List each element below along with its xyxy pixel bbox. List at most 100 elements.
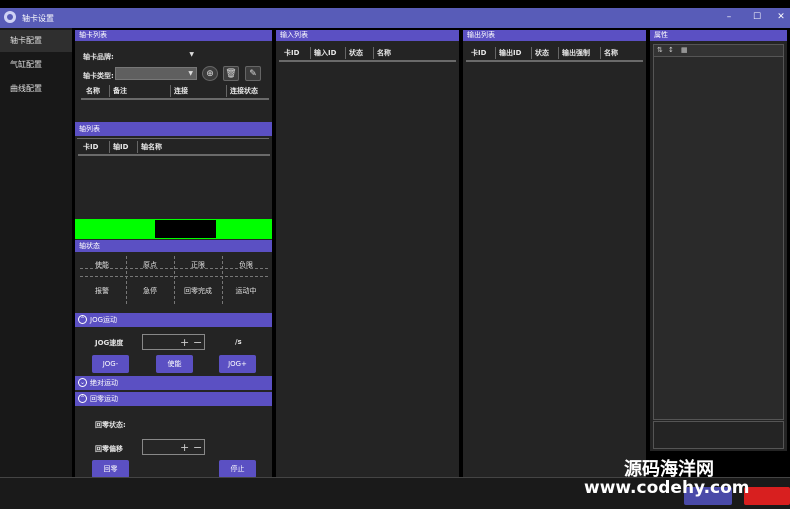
jog-speed-label: JOG速度 xyxy=(95,339,124,347)
status-indicator-center xyxy=(155,220,216,238)
property-toolbar: ⇅ ↕ ▦ xyxy=(654,45,783,57)
col-connect: 连接 xyxy=(171,85,227,97)
type-select[interactable]: ▼ xyxy=(115,67,197,80)
axis-card-panel: 轴卡列表 轴卡品牌: ▼ 轴卡类型: ▼ ⊕ 🗑 ✎ 名称 备注 连接 连接状态… xyxy=(75,30,272,478)
table-divider xyxy=(78,154,270,156)
homing-section-header[interactable]: ⌃ 回零运动 xyxy=(75,392,272,406)
col-output-id: 输出ID xyxy=(496,47,532,59)
add-card-button[interactable]: ⊕ xyxy=(202,66,218,81)
property-pages-icon[interactable]: ▦ xyxy=(681,46,688,54)
close-button[interactable]: ✕ xyxy=(772,10,790,24)
col-card-id: 卡ID xyxy=(468,47,496,59)
col-connect-status: 连接状态 xyxy=(230,87,258,95)
brand-select[interactable]: ▼ xyxy=(115,49,197,62)
jog-speed-unit: /s xyxy=(235,338,242,346)
home-offset-stepper[interactable]: + − xyxy=(142,439,205,455)
sort-alpha-icon[interactable]: ↕ xyxy=(668,46,674,54)
input-list-panel: 输入列表 卡ID 输入ID 状态 名称 xyxy=(276,30,459,477)
status-neg-limit: 负限 xyxy=(239,261,253,269)
expand-icon: ⌄ xyxy=(78,378,87,387)
collapse-icon: ⌃ xyxy=(78,394,87,403)
sidebar-item-curve[interactable]: 曲线配置 xyxy=(0,78,72,100)
axis-status-pane: 轴状态 使能 原点 正限 负限 报警 急停 回零完成 运动中 xyxy=(75,240,272,312)
jog-minus-button[interactable]: JOG- xyxy=(92,355,129,373)
jog-section-header[interactable]: ⌃ JOG运动 xyxy=(75,313,272,327)
plus-icon[interactable]: + xyxy=(180,441,189,454)
jog-enable-button[interactable]: 使能 xyxy=(156,355,193,373)
axis-status-header: 轴状态 xyxy=(75,240,272,252)
app-logo-icon xyxy=(4,11,16,23)
property-description xyxy=(653,421,784,449)
status-origin: 原点 xyxy=(143,261,157,269)
col-status: 状态 xyxy=(532,47,559,59)
output-list-header: 输出列表 xyxy=(463,30,646,41)
stop-button[interactable]: 停止 xyxy=(219,460,256,478)
minimize-button[interactable]: – xyxy=(720,10,738,24)
col-axis-name: 轴名称 xyxy=(141,143,162,151)
col-axis-id: 轴ID xyxy=(110,141,138,153)
title-bar[interactable] xyxy=(0,8,790,28)
col-name: 名称 xyxy=(83,85,110,97)
col-input-id: 输入ID xyxy=(311,47,346,59)
grid-line xyxy=(126,256,127,304)
minus-icon[interactable]: − xyxy=(193,336,202,349)
top-black-strip xyxy=(0,0,790,8)
status-moving: 运动中 xyxy=(235,287,257,295)
status-indicator-bar xyxy=(75,219,272,239)
edit-card-button[interactable]: ✎ xyxy=(245,66,261,81)
col-card-id: 卡ID xyxy=(80,141,110,153)
jog-plus-button[interactable]: JOG+ xyxy=(219,355,256,373)
table-divider xyxy=(77,138,269,139)
output-list-panel: 输出列表 卡ID 输出ID 状态 输出强制 名称 xyxy=(463,30,646,477)
grid-line xyxy=(174,256,175,304)
properties-header: 属性 xyxy=(650,30,787,41)
home-button[interactable]: 回零 xyxy=(92,460,129,478)
edit-icon: ✎ xyxy=(249,69,257,79)
property-grid[interactable]: ⇅ ↕ ▦ xyxy=(653,44,784,420)
jog-section-title: JOG运动 xyxy=(90,316,117,324)
minus-icon[interactable]: − xyxy=(193,441,202,454)
home-offset-label: 回零偏移 xyxy=(95,445,123,453)
chevron-down-icon: ▼ xyxy=(188,70,193,77)
grid-line xyxy=(222,256,223,304)
col-card-id: 卡ID xyxy=(281,47,311,59)
delete-card-button[interactable]: 🗑 xyxy=(223,66,239,81)
col-name: 名称 xyxy=(604,49,618,57)
axis-card-list-pane: 轴卡列表 轴卡品牌: ▼ 轴卡类型: ▼ ⊕ 🗑 ✎ 名称 备注 连接 连接状态 xyxy=(75,30,272,122)
status-estop: 急停 xyxy=(143,287,157,295)
collapse-icon: ⌃ xyxy=(78,315,87,324)
col-name: 名称 xyxy=(377,49,391,57)
homing-section-title: 回零运动 xyxy=(90,395,118,403)
home-status-label: 回零状态: xyxy=(95,421,126,429)
type-label: 轴卡类型: xyxy=(83,72,114,80)
window-title: 轴卡设置 xyxy=(22,14,54,23)
maximize-button[interactable]: ☐ xyxy=(748,10,766,24)
cancel-button[interactable] xyxy=(744,487,790,505)
status-enable: 使能 xyxy=(95,261,109,269)
axis-list-pane: 轴列表 卡ID 轴ID 轴名称 xyxy=(75,122,272,218)
axis-list-header: 轴列表 xyxy=(75,122,272,136)
status-pos-limit: 正限 xyxy=(191,261,205,269)
sidebar: 轴卡配置 气缸配置 曲线配置 xyxy=(0,28,72,477)
axis-card-list-header: 轴卡列表 xyxy=(75,30,272,41)
jog-speed-stepper[interactable]: + − xyxy=(142,334,205,350)
trash-icon: 🗑 xyxy=(225,69,237,79)
input-list-header: 输入列表 xyxy=(276,30,459,41)
col-output-force: 输出强制 xyxy=(559,47,601,59)
plus-circle-icon: ⊕ xyxy=(206,69,214,79)
watermark-url: www.codehy.com xyxy=(584,478,750,498)
status-home-done: 回零完成 xyxy=(184,287,212,295)
brand-label: 轴卡品牌: xyxy=(83,53,114,61)
table-divider xyxy=(466,60,643,62)
sort-category-icon[interactable]: ⇅ xyxy=(657,46,663,54)
col-status: 状态 xyxy=(346,47,374,59)
sidebar-item-cylinder[interactable]: 气缸配置 xyxy=(0,54,72,76)
properties-panel: 属性 ⇅ ↕ ▦ xyxy=(650,30,787,451)
status-alarm: 报警 xyxy=(95,287,109,295)
abs-motion-section-header[interactable]: ⌄ 绝对运动 xyxy=(75,376,272,390)
chevron-down-icon: ▼ xyxy=(189,51,194,58)
col-remark: 备注 xyxy=(110,85,171,97)
abs-motion-section-title: 绝对运动 xyxy=(90,379,118,387)
plus-icon[interactable]: + xyxy=(180,336,189,349)
sidebar-item-axis-card[interactable]: 轴卡配置 xyxy=(0,30,72,52)
